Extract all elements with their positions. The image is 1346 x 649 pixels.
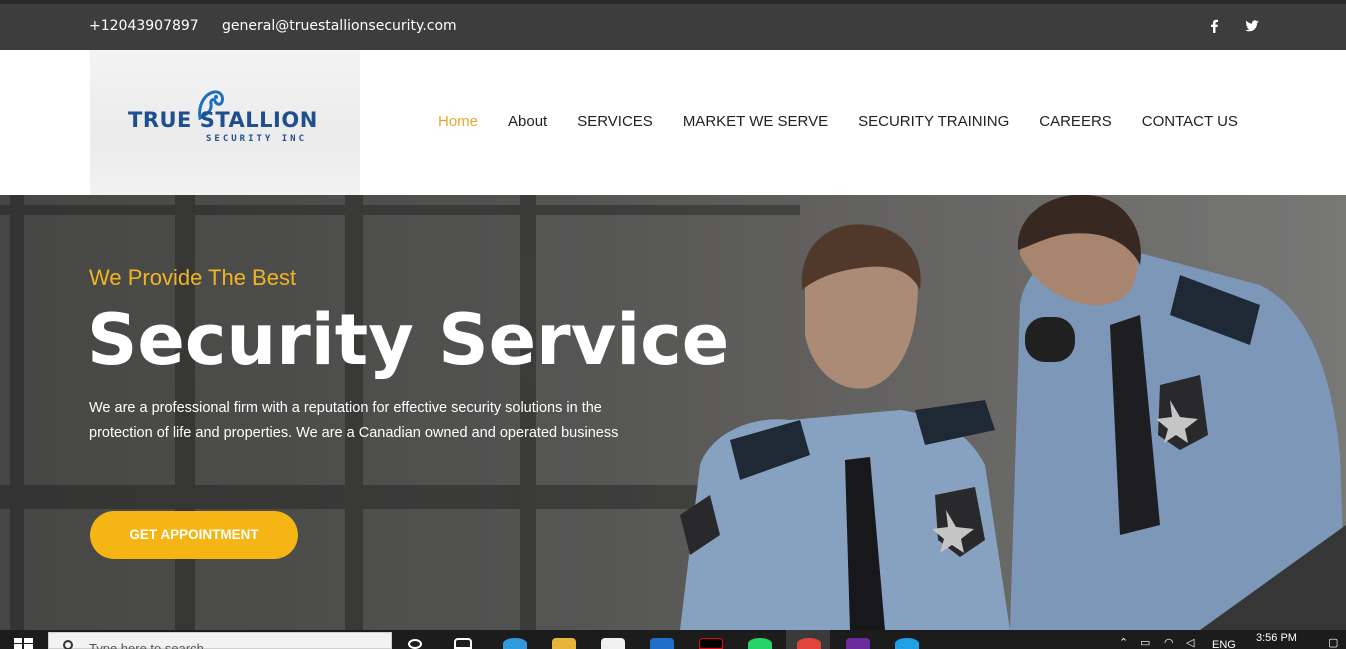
skype-icon[interactable] — [895, 638, 919, 649]
twitter-icon[interactable] — [1242, 16, 1262, 36]
store-icon[interactable] — [601, 638, 625, 649]
logo-subtitle: SECURITY INC — [206, 134, 308, 144]
nav-careers[interactable]: CAREERS — [1039, 113, 1112, 130]
cortana-icon[interactable] — [408, 639, 422, 649]
edge-icon[interactable] — [503, 638, 527, 649]
volume-icon[interactable]: ◁ — [1186, 636, 1194, 649]
site-header: TRUE STALLION SECURITY INC Home About SE… — [0, 50, 1346, 195]
logo-title: TRUE STALLION — [128, 108, 318, 132]
taskbar-search-placeholder: Type here to search — [89, 641, 204, 649]
hero-title: Security Service — [87, 299, 730, 381]
tray-chevron-icon[interactable]: ⌃ — [1119, 636, 1128, 649]
nav-contact-us[interactable]: CONTACT US — [1142, 113, 1238, 130]
network-icon[interactable]: ▭ — [1140, 636, 1150, 649]
nav-services[interactable]: SERVICES — [577, 113, 653, 130]
hero-section: We Provide The Best Security Service We … — [0, 195, 1346, 630]
facebook-icon[interactable] — [1204, 16, 1224, 36]
nav-security-training[interactable]: SECURITY TRAINING — [858, 113, 1009, 130]
main-nav: Home About SERVICES MARKET WE SERVE SECU… — [438, 113, 1238, 130]
nav-about[interactable]: About — [508, 113, 547, 130]
nav-market-we-serve[interactable]: MARKET WE SERVE — [683, 113, 828, 130]
windows-taskbar: Type here to search ⌃ ▭ ◠ ◁ ENG 3:56 PM … — [0, 630, 1346, 649]
hero-kicker: We Provide The Best — [89, 265, 297, 290]
language-indicator[interactable]: ENG — [1212, 639, 1236, 649]
task-view-icon[interactable] — [454, 638, 472, 649]
get-appointment-button[interactable]: GET APPOINTMENT — [90, 511, 298, 559]
hero-description: We are a professional firm with a reputa… — [89, 400, 619, 441]
email-address[interactable]: general@truestallionsecurity.com — [222, 18, 457, 34]
search-icon — [63, 640, 73, 649]
clock-time[interactable]: 3:56 PM — [1256, 632, 1297, 644]
photoshop-icon[interactable] — [846, 638, 870, 649]
wifi-icon[interactable]: ◠ — [1164, 636, 1174, 649]
windows-start-icon[interactable] — [14, 638, 34, 649]
nav-home[interactable]: Home — [438, 113, 478, 130]
notifications-icon[interactable]: ▢ — [1328, 636, 1338, 649]
phone-number[interactable]: +12043907897 — [89, 18, 199, 34]
netflix-icon[interactable] — [699, 638, 723, 649]
taskbar-search-input[interactable]: Type here to search — [48, 632, 392, 649]
chrome-icon[interactable] — [797, 638, 821, 649]
file-explorer-icon[interactable] — [552, 638, 576, 649]
logo[interactable]: TRUE STALLION SECURITY INC — [90, 50, 360, 195]
top-contact-bar: +12043907897 general@truestallionsecurit… — [0, 0, 1346, 50]
mail-icon[interactable] — [650, 638, 674, 649]
whatsapp-icon[interactable] — [748, 638, 772, 649]
